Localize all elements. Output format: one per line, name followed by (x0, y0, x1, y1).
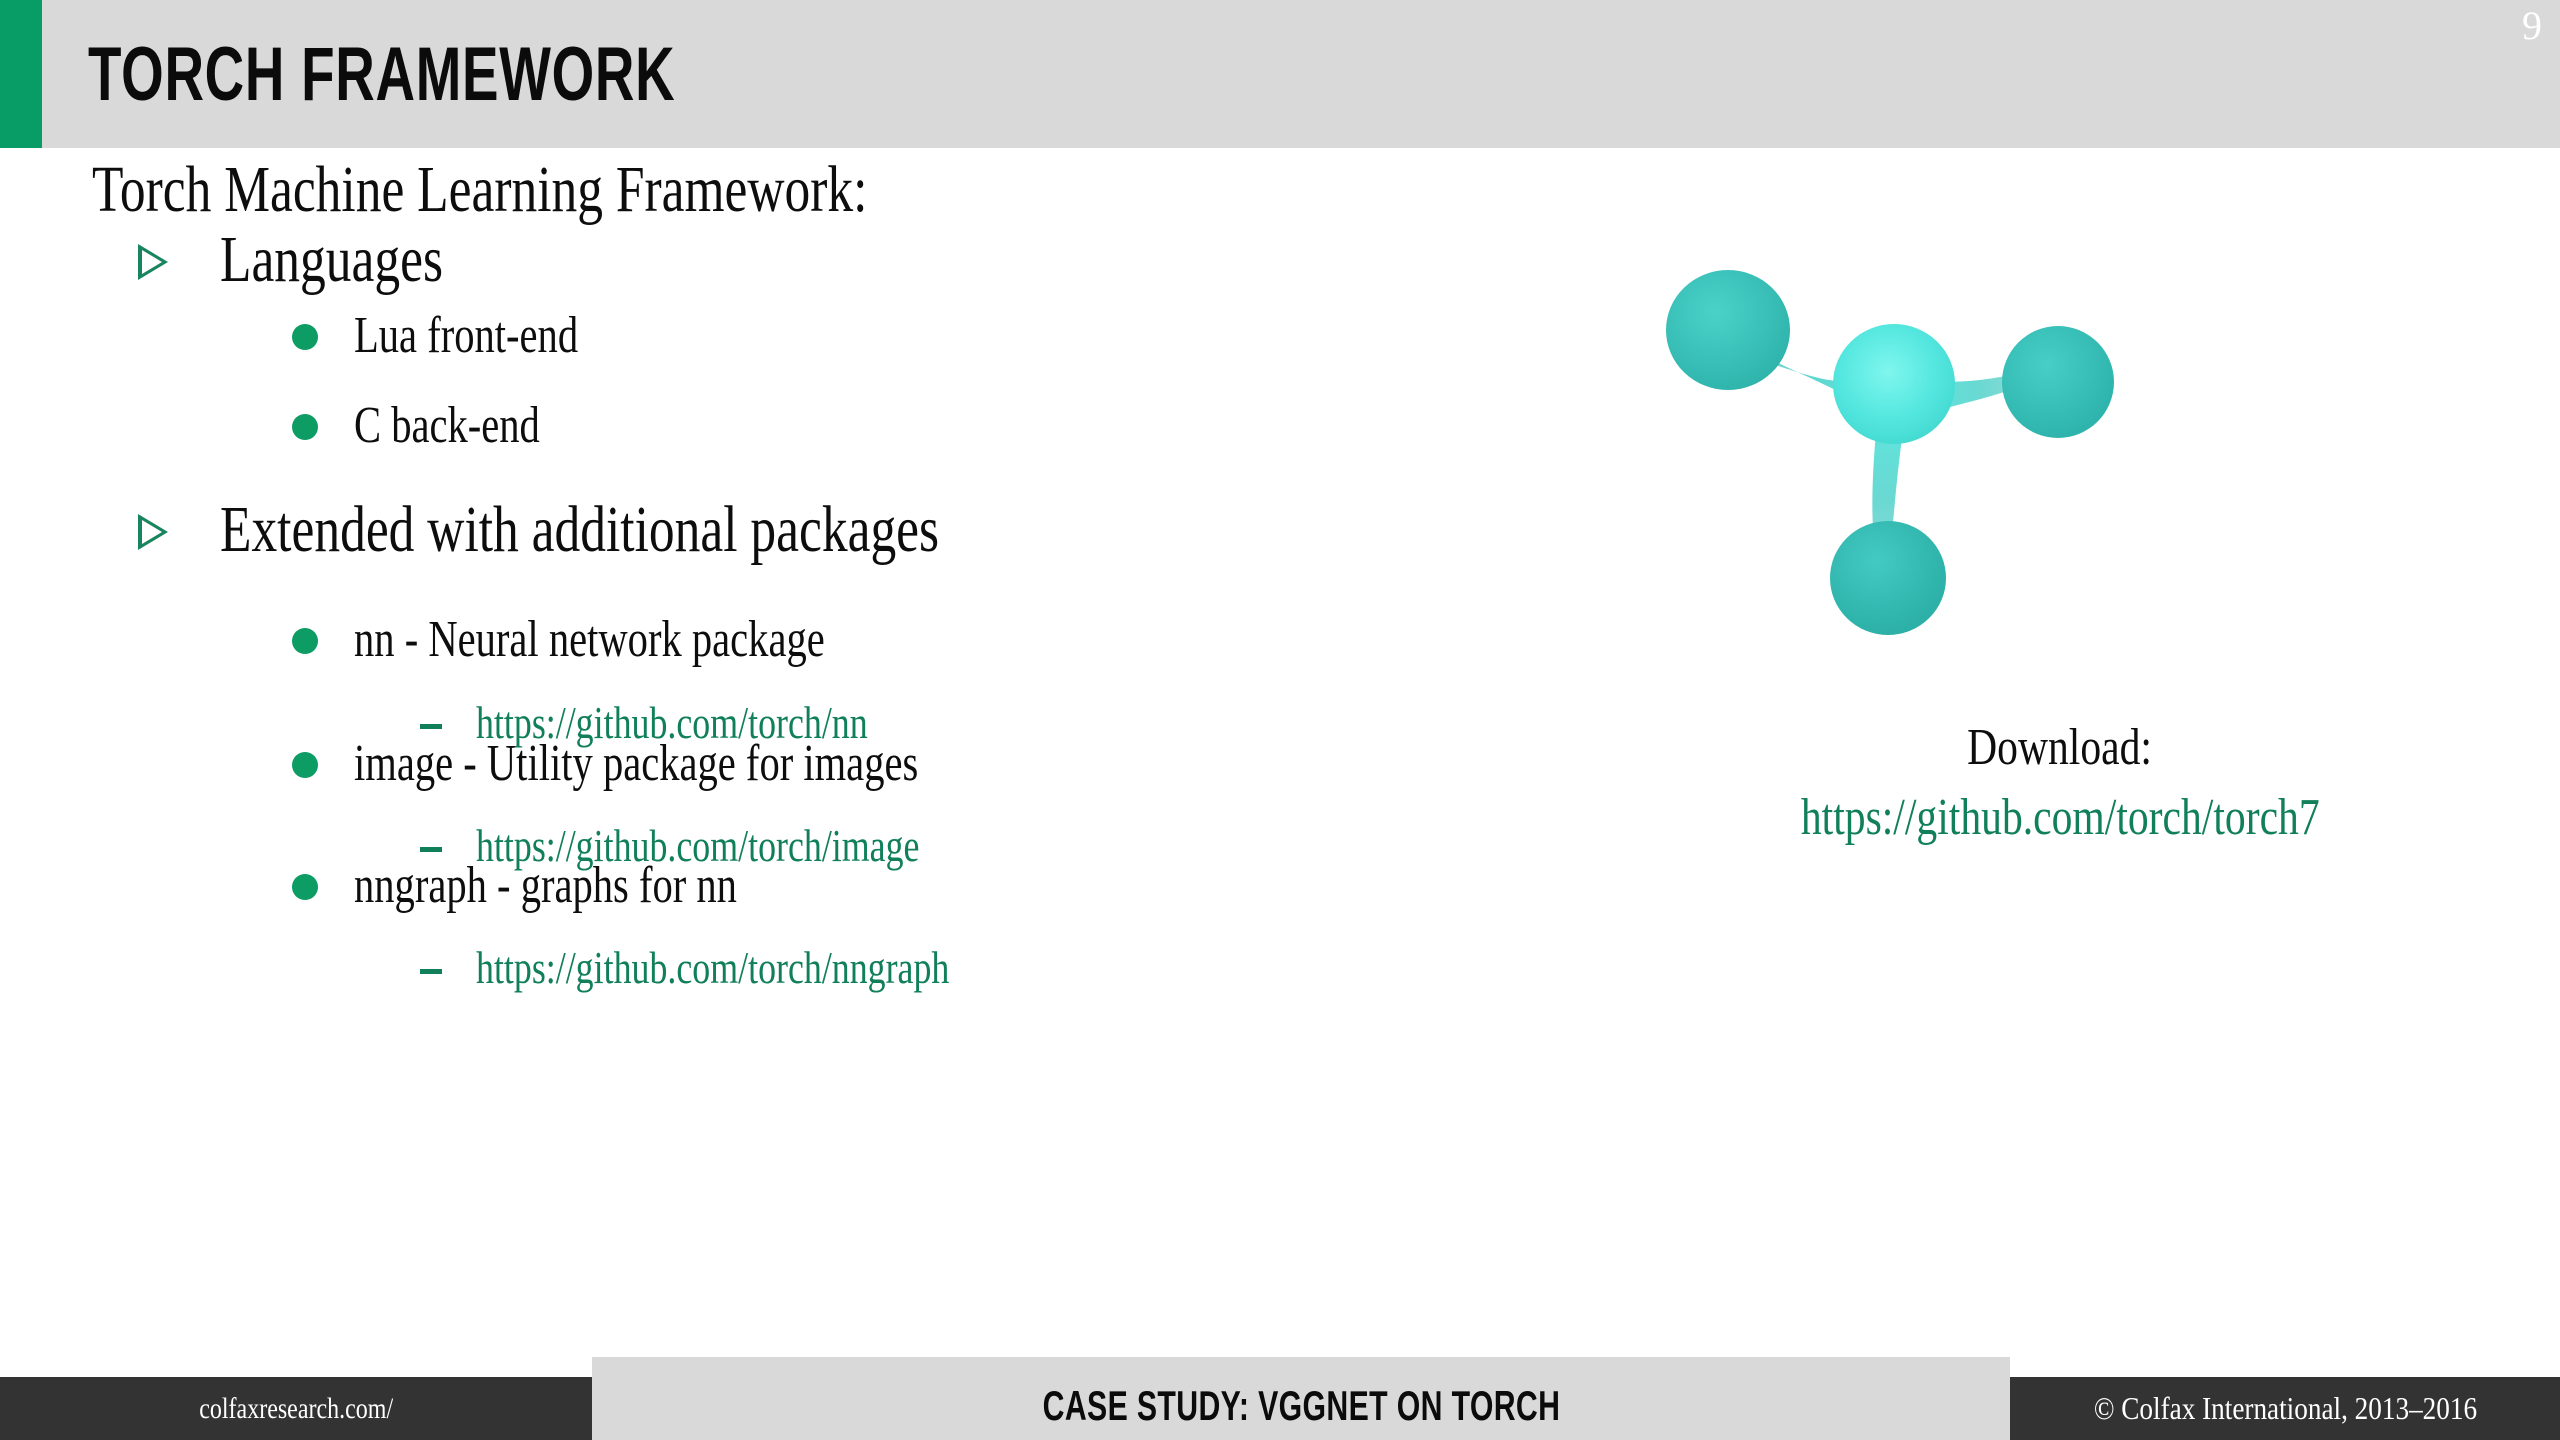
content-left-column: Torch Machine Learning Framework: Langua… (0, 148, 1560, 1357)
intro-text: Torch Machine Learning Framework: (92, 153, 868, 226)
list-item-label: C back-end (354, 397, 540, 454)
footer-course-title: CASE STUDY: VGGNET ON TORCH (1042, 1382, 1560, 1429)
section-heading-label: Languages (220, 223, 443, 296)
footer-copyright: © Colfax International, 2013–2016 (2093, 1390, 2477, 1426)
slide-header-bar: TORCH FRAMEWORK 9 (0, 0, 2560, 148)
content-right-column: Download: https://github.com/torch/torch… (1560, 148, 2560, 1357)
list-item-label: image - Utility package for images (354, 735, 919, 792)
torch-logo-icon (1630, 258, 2150, 678)
page-number: 9 (2522, 3, 2542, 48)
dot-bullet-icon (292, 874, 318, 900)
dot-bullet-icon (292, 414, 318, 440)
package-link-nngraph[interactable]: https://github.com/torch/nngraph (476, 941, 949, 994)
list-item-label: Lua front-end (354, 307, 579, 364)
dash-bullet-icon (420, 847, 442, 852)
footer-website-link[interactable]: colfaxresearch.com/ (0, 1377, 592, 1440)
header-accent-bar (0, 0, 42, 148)
list-item-label: nn - Neural network package (354, 611, 825, 668)
dot-bullet-icon (292, 628, 318, 654)
list-item-label: nngraph - graphs for nn (354, 857, 737, 914)
download-link[interactable]: https://github.com/torch/torch7 (1560, 788, 2560, 847)
download-label: Download: (1967, 719, 2153, 776)
dot-bullet-icon (292, 324, 318, 350)
slide-content: Torch Machine Learning Framework: Langua… (0, 148, 2560, 1357)
dash-bullet-icon (420, 969, 442, 974)
intro-line: Torch Machine Learning Framework: (92, 152, 1086, 228)
section-heading-label: Extended with additional packages (220, 493, 940, 566)
page-title: TORCH FRAMEWORK (88, 32, 676, 117)
dash-bullet-icon (420, 724, 442, 729)
dot-bullet-icon (292, 752, 318, 778)
